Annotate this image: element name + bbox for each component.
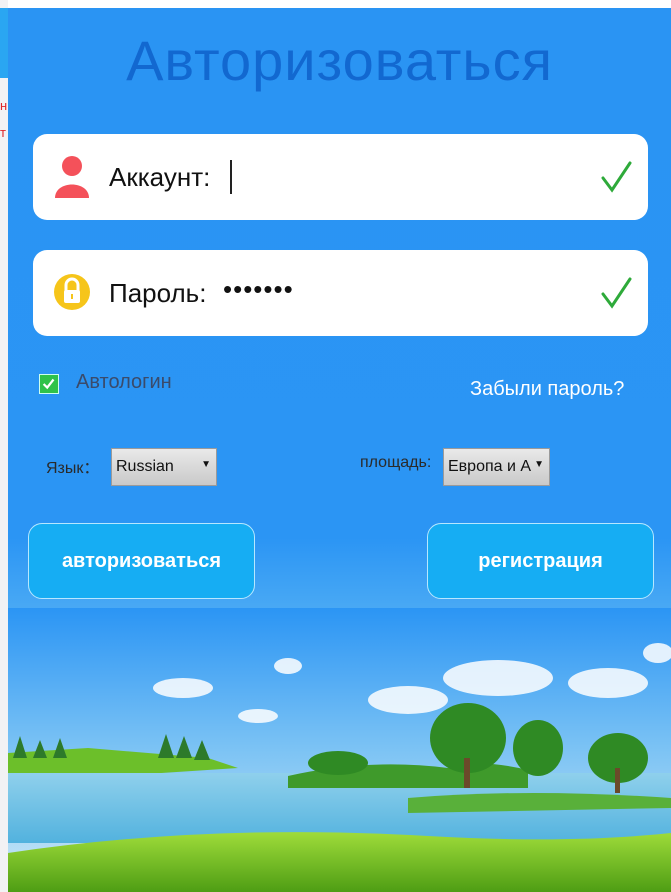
login-panel: Авторизоваться Аккаунт: Пароль: ••••••• … (8, 8, 671, 892)
password-value: ••••••• (223, 274, 294, 304)
account-label: Аккаунт: (109, 162, 211, 192)
autologin-label: Автологин (76, 371, 172, 393)
autologin-checkbox[interactable] (39, 374, 59, 394)
page-title: Авторизоваться (126, 29, 553, 92)
background-header-bar (0, 8, 8, 78)
language-select[interactable]: Russian ▼ (111, 448, 217, 486)
language-label: Язык： (46, 460, 100, 477)
language-selected-value: Russian (116, 458, 174, 475)
background-text-2: т (0, 125, 6, 140)
checkmark-icon (601, 161, 632, 193)
dropdown-arrow-icon: ▼ (201, 459, 211, 470)
area-label: площадь: (360, 454, 432, 471)
password-field[interactable]: Пароль: ••••••• (33, 250, 648, 336)
landscape-background-image (8, 608, 671, 892)
area-select[interactable]: Европа и А ▼ (443, 448, 550, 486)
dropdown-arrow-icon: ▼ (534, 459, 544, 470)
background-text-1: н (0, 98, 8, 113)
user-icon (55, 156, 89, 198)
background-page-strip: н т (0, 0, 8, 892)
checkmark-icon (601, 277, 632, 309)
account-field[interactable]: Аккаунт: (33, 134, 648, 220)
lock-icon (54, 274, 90, 310)
area-selected-value: Европа и А (448, 458, 532, 475)
register-button[interactable]: регистрация (427, 523, 654, 599)
text-caret (230, 160, 232, 194)
checkbox-check-icon (42, 378, 55, 390)
login-button[interactable]: авторизоваться (28, 523, 255, 599)
forgot-password-link[interactable]: Забыли пароль? (470, 378, 624, 401)
password-label: Пароль: (109, 278, 207, 308)
